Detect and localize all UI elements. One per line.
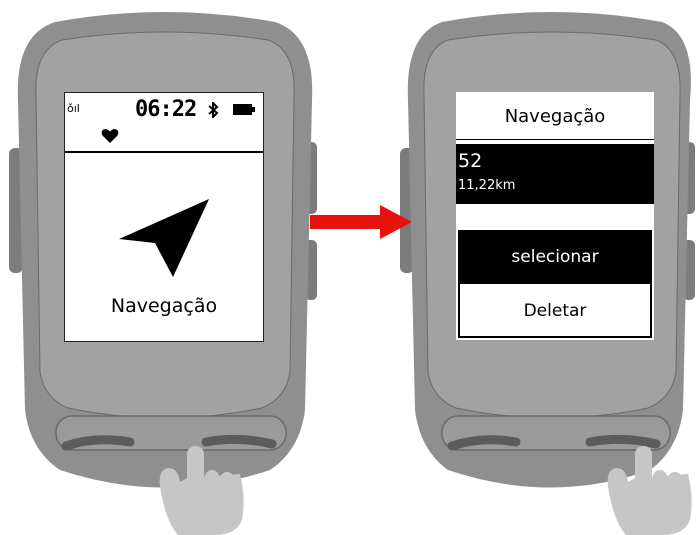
clock-time: 06:22 — [135, 97, 197, 122]
route-list-item[interactable]: 52 11,22km — [456, 144, 654, 204]
heart-icon — [101, 128, 119, 143]
signal-icon: ǒıl — [67, 102, 80, 115]
route-name: 52 — [458, 150, 483, 172]
screen-title: Navegação — [504, 106, 606, 127]
menu-item-label: selecionar — [511, 247, 599, 267]
menu-item-selecionar[interactable]: selecionar — [460, 232, 650, 284]
context-menu: selecionar Deletar — [458, 230, 652, 338]
menu-item-deletar[interactable]: Deletar — [460, 286, 650, 336]
battery-icon — [233, 104, 255, 115]
right-screen: Navegação 52 11,22km selecionar Deletar — [456, 92, 654, 340]
navigation-label: Navegação — [110, 295, 218, 317]
transition-arrow — [310, 205, 412, 239]
bluetooth-icon — [208, 102, 219, 118]
left-device-bottom-button-right[interactable] — [201, 434, 277, 449]
status-divider — [65, 151, 263, 153]
route-distance: 11,22km — [458, 178, 516, 193]
left-screen: ǒıl 06:22 Navegação — [64, 92, 264, 342]
navigation-arrow-icon[interactable] — [117, 197, 211, 277]
signal-bars-label: ıl — [73, 102, 80, 115]
menu-item-label: Deletar — [523, 301, 587, 321]
right-device-bottom-button-right[interactable] — [585, 434, 661, 449]
screen-header: Navegação — [456, 92, 654, 140]
signal-label: ǒ — [67, 102, 74, 115]
